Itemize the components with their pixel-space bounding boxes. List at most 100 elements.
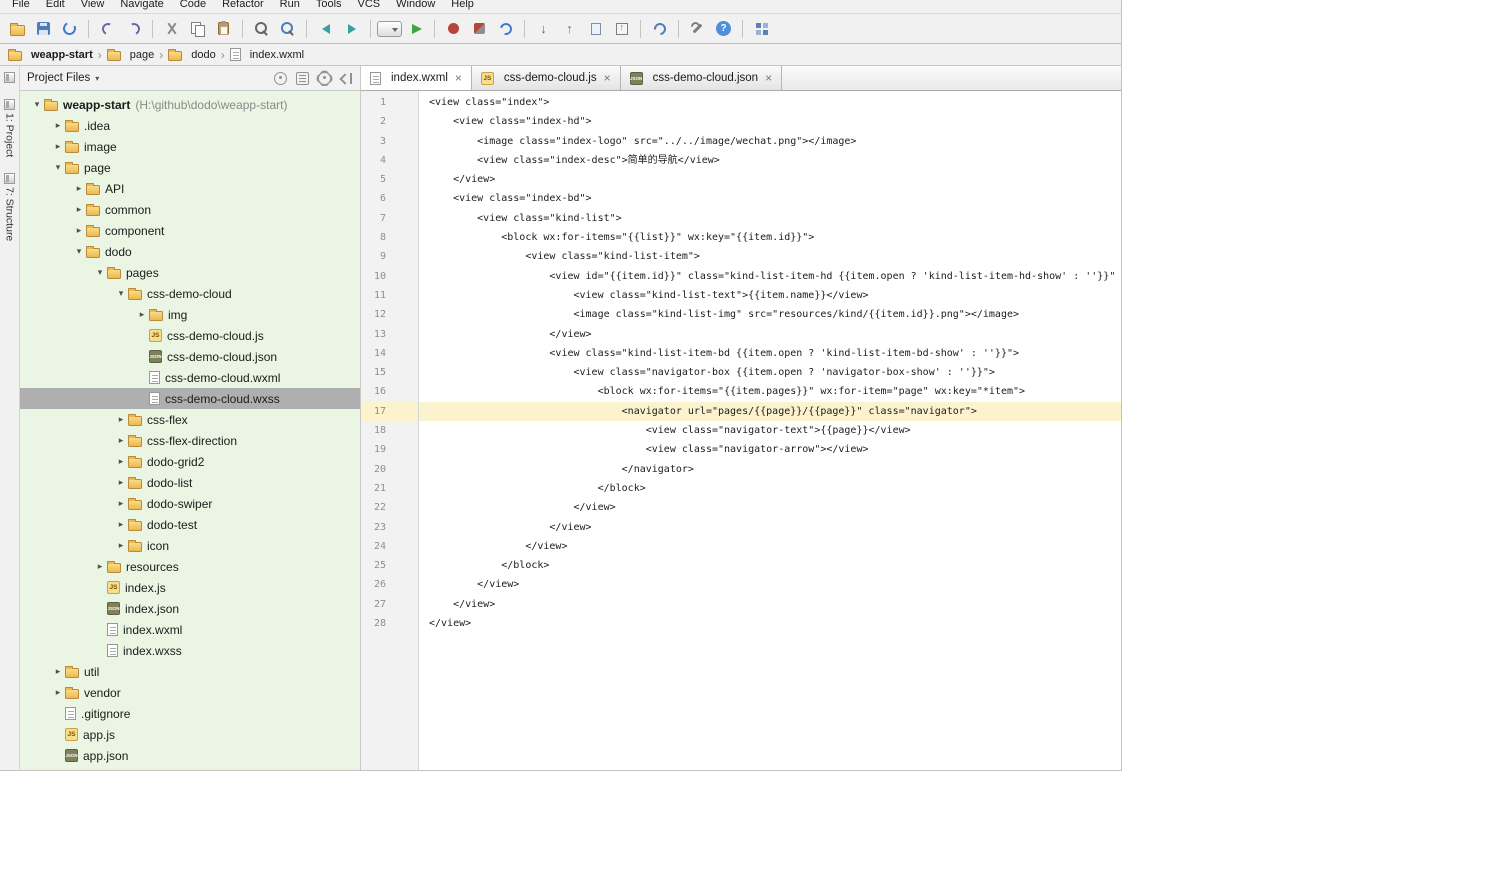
tree-item-app.js[interactable]: JS app.js (20, 724, 360, 745)
gutter-line-number[interactable]: 20 (361, 460, 418, 479)
expand-arrow-icon[interactable]: ▸ (114, 456, 128, 467)
gutter-line-number[interactable]: 10 (361, 267, 418, 286)
menu-item-view[interactable]: View (73, 0, 113, 13)
tree-item-API[interactable]: ▸ API (20, 178, 360, 199)
tree-item-index.json[interactable]: JSON index.json (20, 598, 360, 619)
tree-item-css-flex[interactable]: ▸ css-flex (20, 409, 360, 430)
gutter-line-number[interactable]: 5 (361, 170, 418, 189)
menu-item-file[interactable]: File (4, 0, 38, 13)
tree-item-weapp-start[interactable]: ▾ weapp-start (H:\github\dodo\weapp-start) (20, 94, 360, 115)
synchronize-icon[interactable] (57, 17, 82, 41)
expand-arrow-icon[interactable]: ▾ (72, 246, 86, 257)
tree-item-image[interactable]: ▸ image (20, 136, 360, 157)
tree-item-page[interactable]: ▾ page (20, 157, 360, 178)
cut-icon[interactable] (159, 17, 184, 41)
tree-item-img[interactable]: ▸ img (20, 304, 360, 325)
expand-arrow-icon[interactable]: ▸ (114, 435, 128, 446)
tree-item-css-flex-direction[interactable]: ▸ css-flex-direction (20, 430, 360, 451)
undo-icon[interactable] (95, 17, 120, 41)
gutter-line-number[interactable]: 17 (361, 401, 418, 422)
locate-icon[interactable] (274, 71, 287, 85)
expand-arrow-icon[interactable]: ▾ (51, 162, 65, 173)
gutter-line-number[interactable]: 15 (361, 363, 418, 382)
editor-body[interactable]: 1 2 3 4 5 6 7 8 9 10 11 12 13 14 15 16 17 18 19 20 21 22 23 24 2… (361, 91, 1121, 770)
tab-css-demo-cloud.json[interactable]: JSON css-demo-cloud.json × (620, 66, 783, 90)
gutter-line-number[interactable]: 8 (361, 228, 418, 247)
tree-item-css-demo-cloud.json[interactable]: JSON css-demo-cloud.json (20, 346, 360, 367)
expand-arrow-icon[interactable]: ▸ (114, 477, 128, 488)
close-tab-icon[interactable]: × (604, 72, 611, 84)
expand-arrow-icon[interactable]: ▾ (93, 267, 107, 278)
gutter-line-number[interactable]: 14 (361, 344, 418, 363)
back-icon[interactable] (313, 17, 338, 41)
gutter-line-number[interactable]: 11 (361, 286, 418, 305)
copy-icon[interactable] (185, 17, 210, 41)
tree-item-index.wxml[interactable]: index.wxml (20, 619, 360, 640)
run-icon[interactable] (403, 17, 428, 41)
expand-arrow-icon[interactable]: ▸ (51, 666, 65, 677)
breadcrumb-item-index.wxml[interactable]: index.wxml (229, 48, 304, 61)
tree-item-resources[interactable]: ▸ resources (20, 556, 360, 577)
code-area[interactable]: <view class="index"> <view class="index-… (419, 91, 1121, 770)
tree-item-icon[interactable]: ▸ icon (20, 535, 360, 556)
gutter-line-number[interactable]: 7 (361, 209, 418, 228)
tree-item-common[interactable]: ▸ common (20, 199, 360, 220)
expand-arrow-icon[interactable]: ▸ (51, 120, 65, 131)
tree-item-app.json[interactable]: JSON app.json (20, 745, 360, 766)
tab-index.wxml[interactable]: index.wxml × (361, 66, 472, 90)
expand-arrow-icon[interactable]: ▸ (51, 687, 65, 698)
gutter-line-number[interactable]: 2 (361, 112, 418, 131)
debug-icon[interactable] (441, 17, 466, 41)
replace-icon[interactable] (275, 17, 300, 41)
expand-arrow-icon[interactable]: ▸ (114, 414, 128, 425)
tree-item-dodo-list[interactable]: ▸ dodo-list (20, 472, 360, 493)
run-config-select[interactable] (377, 17, 402, 41)
collapse-all-icon[interactable] (296, 71, 309, 85)
menu-item-code[interactable]: Code (172, 0, 214, 13)
upload-icon[interactable] (609, 17, 634, 41)
gutter-line-number[interactable]: 4 (361, 151, 418, 170)
expand-arrow-icon[interactable]: ▸ (72, 225, 86, 236)
forward-icon[interactable] (339, 17, 364, 41)
vcs-commit-icon[interactable]: ↑ (557, 17, 582, 41)
find-icon[interactable] (249, 17, 274, 41)
tree-item-.idea[interactable]: ▸ .idea (20, 115, 360, 136)
hide-icon[interactable] (340, 72, 353, 85)
gutter-line-number[interactable]: 27 (361, 595, 418, 614)
tree-item-.gitignore[interactable]: .gitignore (20, 703, 360, 724)
open-icon[interactable] (5, 17, 30, 41)
tool-window-switcher[interactable] (4, 72, 15, 83)
editor-gutter[interactable]: 1 2 3 4 5 6 7 8 9 10 11 12 13 14 15 16 17 18 19 20 21 22 23 24 2… (361, 91, 419, 770)
close-tab-icon[interactable]: × (455, 72, 462, 84)
save-all-icon[interactable] (31, 17, 56, 41)
menu-item-vcs[interactable]: VCS (350, 0, 389, 13)
gutter-line-number[interactable]: 18 (361, 421, 418, 440)
project-view-select[interactable]: Project Files ▾ (27, 72, 99, 84)
gutter-line-number[interactable]: 22 (361, 498, 418, 517)
breadcrumb-item-page[interactable]: page (106, 48, 154, 61)
menu-item-navigate[interactable]: Navigate (112, 0, 171, 13)
expand-arrow-icon[interactable]: ▸ (51, 141, 65, 152)
rollback-icon[interactable] (647, 17, 672, 41)
paste-icon[interactable] (211, 17, 236, 41)
tree-item-dodo[interactable]: ▾ dodo (20, 241, 360, 262)
gutter-line-number[interactable]: 3 (361, 132, 418, 151)
gutter-line-number[interactable]: 25 (361, 556, 418, 575)
menu-item-tools[interactable]: Tools (308, 0, 350, 13)
help-icon[interactable]: ? (711, 17, 736, 41)
tree-item-dodo-test[interactable]: ▸ dodo-test (20, 514, 360, 535)
menu-item-run[interactable]: Run (272, 0, 308, 13)
vcs-history-icon[interactable] (583, 17, 608, 41)
expand-arrow-icon[interactable]: ▾ (30, 99, 44, 110)
breadcrumb-item-dodo[interactable]: dodo (168, 48, 216, 61)
expand-arrow-icon[interactable]: ▸ (114, 540, 128, 551)
tree-item-css-demo-cloud.wxss[interactable]: css-demo-cloud.wxss (20, 388, 360, 409)
tree-item-pages[interactable]: ▾ pages (20, 262, 360, 283)
menu-item-edit[interactable]: Edit (38, 0, 73, 13)
gutter-line-number[interactable]: 16 (361, 382, 418, 401)
tree-item-css-demo-cloud[interactable]: ▾ css-demo-cloud (20, 283, 360, 304)
expand-arrow-icon[interactable]: ▸ (72, 204, 86, 215)
gutter-line-number[interactable]: 21 (361, 479, 418, 498)
expand-arrow-icon[interactable]: ▸ (114, 519, 128, 530)
gutter-line-number[interactable]: 9 (361, 247, 418, 266)
